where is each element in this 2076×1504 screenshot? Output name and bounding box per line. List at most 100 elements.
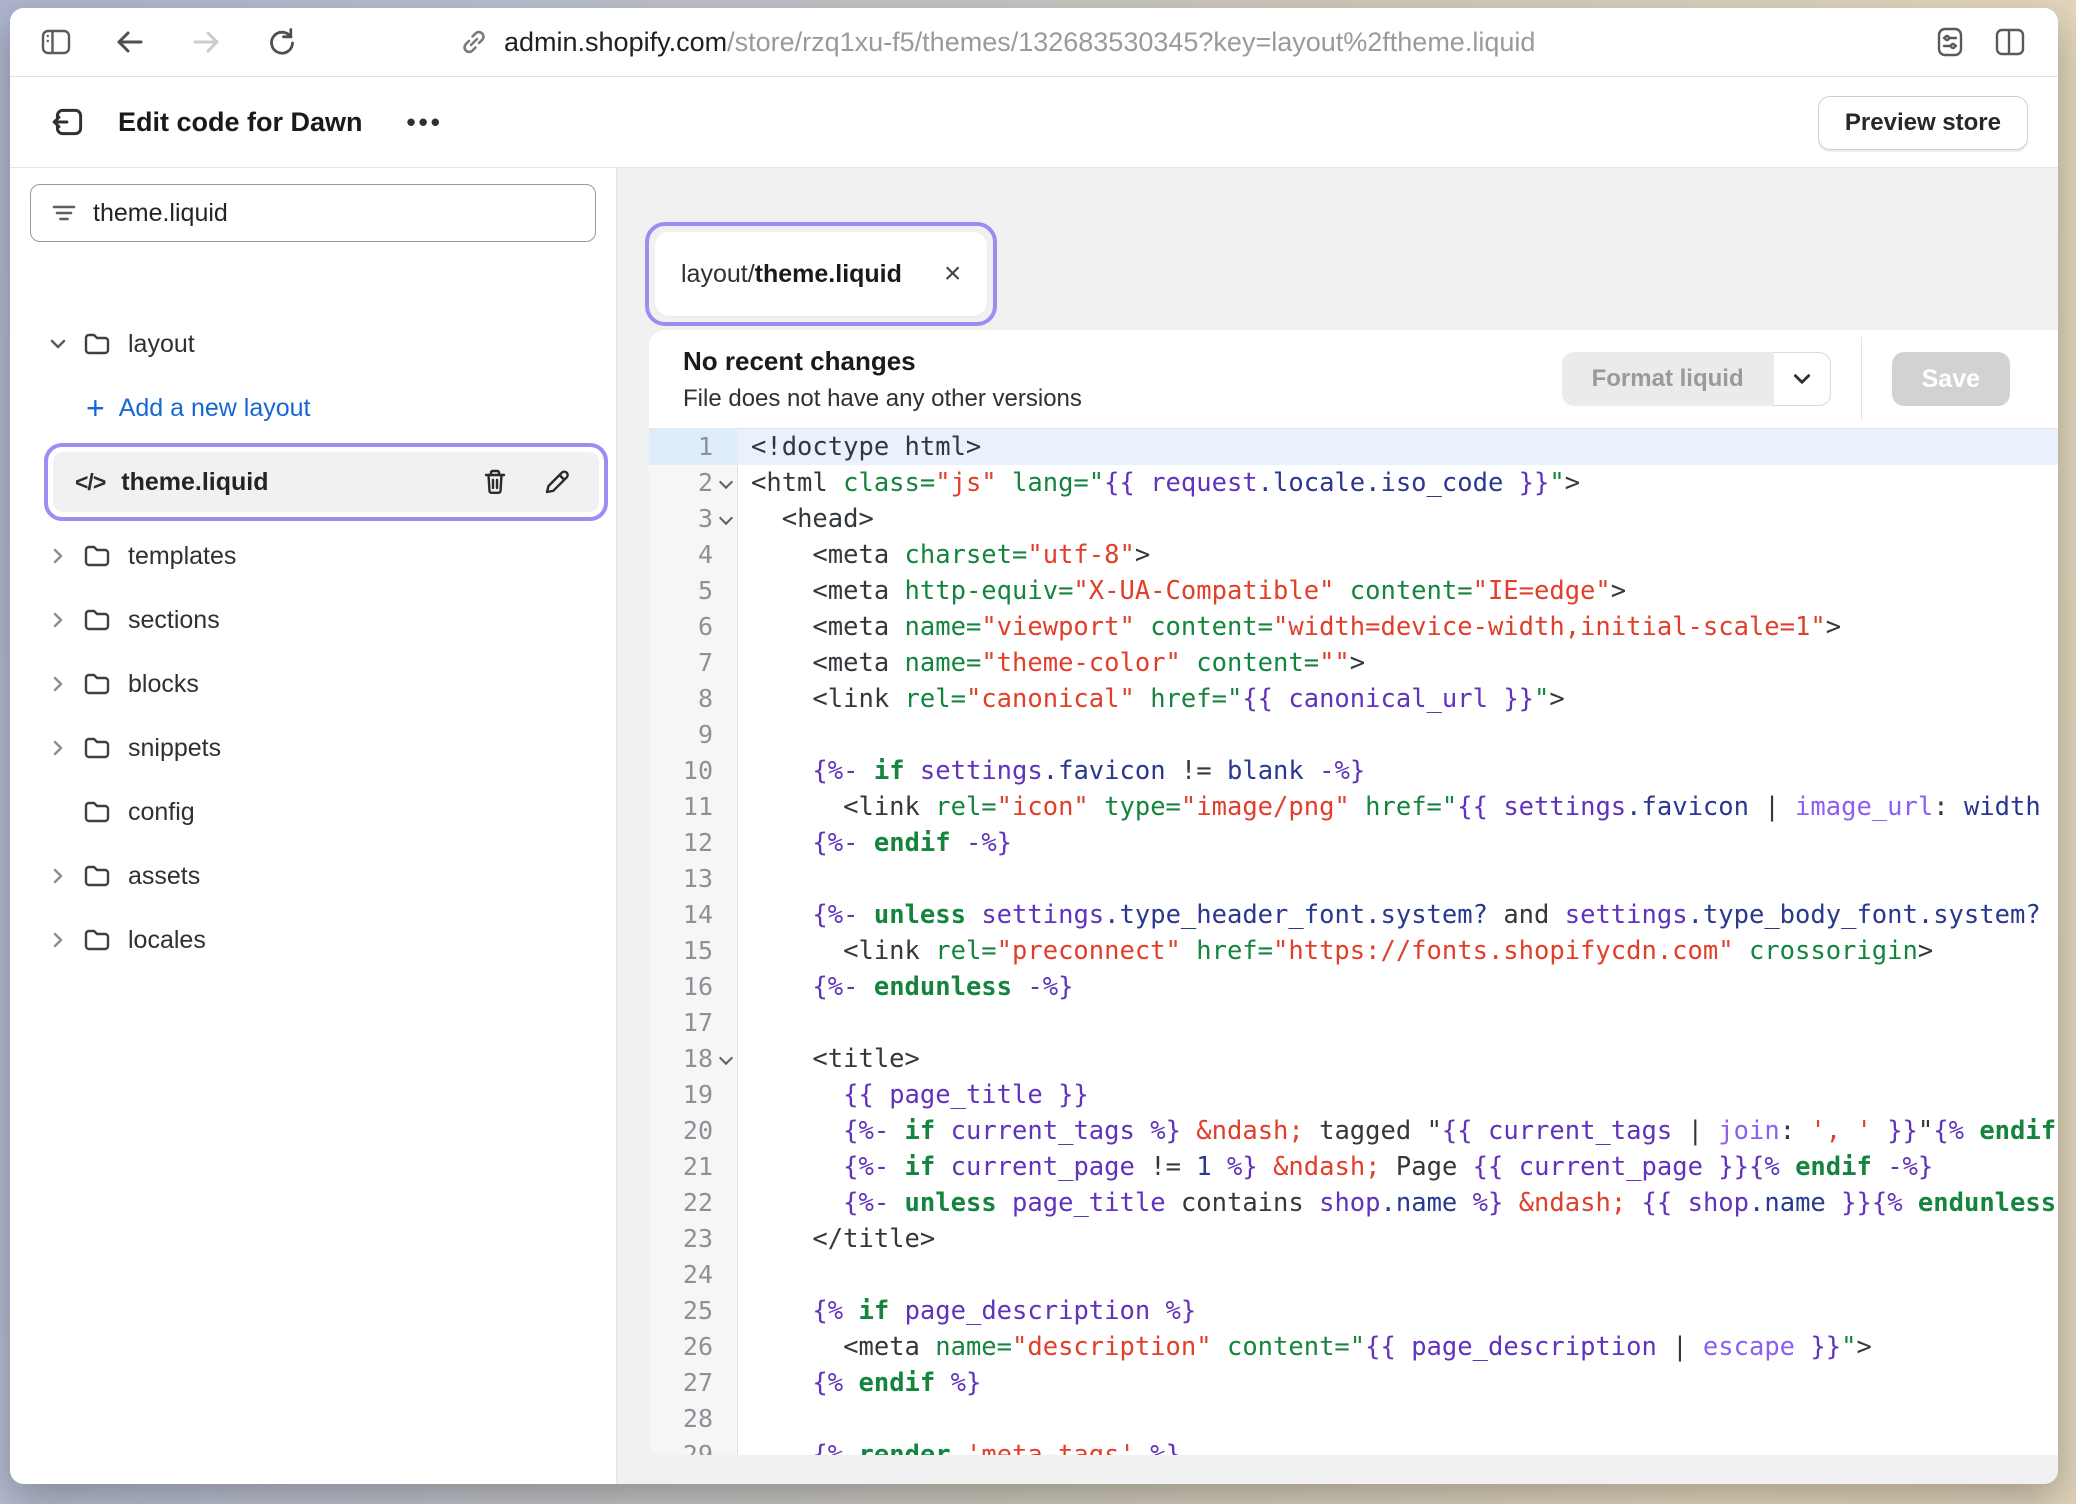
- format-liquid-button[interactable]: Format liquid: [1562, 352, 1774, 406]
- code-line[interactable]: 9: [649, 717, 2058, 753]
- code-text[interactable]: [737, 1005, 2058, 1041]
- code-line[interactable]: 14 {%- unless settings.type_header_font.…: [649, 897, 2058, 933]
- code-line[interactable]: 18 <title>: [649, 1041, 2058, 1077]
- code-text[interactable]: <meta http-equiv="X-UA-Compatible" conte…: [737, 573, 2058, 609]
- code-line[interactable]: 12 {%- endif -%}: [649, 825, 2058, 861]
- code-line[interactable]: 27 {% endif %}: [649, 1365, 2058, 1401]
- code-text[interactable]: <link rel="canonical" href="{{ canonical…: [737, 681, 2058, 717]
- line-number[interactable]: 21: [649, 1149, 737, 1185]
- code-text[interactable]: <title>: [737, 1041, 2058, 1077]
- code-line[interactable]: 26 <meta name="description" content="{{ …: [649, 1329, 2058, 1365]
- line-number[interactable]: 9: [649, 717, 737, 753]
- code-line[interactable]: 16 {%- endunless -%}: [649, 969, 2058, 1005]
- code-text[interactable]: {% render 'meta-tags' %}: [737, 1437, 2058, 1455]
- code-text[interactable]: <head>: [737, 501, 2058, 537]
- folder-row-snippets[interactable]: snippets: [10, 716, 616, 780]
- code-line[interactable]: 15 <link rel="preconnect" href="https://…: [649, 933, 2058, 969]
- forward-icon[interactable]: [186, 22, 226, 62]
- code-text[interactable]: {% endif %}: [737, 1365, 2058, 1401]
- code-text[interactable]: <html class="js" lang="{{ request.locale…: [737, 465, 2058, 501]
- page-settings-icon[interactable]: [1930, 22, 1970, 62]
- code-line[interactable]: 3 <head>: [649, 501, 2058, 537]
- chevron-right-icon[interactable]: [48, 930, 68, 950]
- line-number[interactable]: 11: [649, 789, 737, 825]
- code-line[interactable]: 22 {%- unless page_title contains shop.n…: [649, 1185, 2058, 1221]
- line-number[interactable]: 5: [649, 573, 737, 609]
- code-text[interactable]: {%- if current_tags %} &ndash; tagged "{…: [737, 1113, 2058, 1149]
- chevron-right-icon[interactable]: [48, 866, 68, 886]
- line-number[interactable]: 16: [649, 969, 737, 1005]
- code-text[interactable]: <meta charset="utf-8">: [737, 537, 2058, 573]
- split-view-icon[interactable]: [1990, 22, 2030, 62]
- code-text[interactable]: <link rel="preconnect" href="https://fon…: [737, 933, 2058, 969]
- add-layout-link[interactable]: + Add a new layout: [10, 376, 616, 440]
- code-line[interactable]: 17: [649, 1005, 2058, 1041]
- code-line[interactable]: 21 {%- if current_page != 1 %} &ndash; P…: [649, 1149, 2058, 1185]
- line-number[interactable]: 10: [649, 753, 737, 789]
- folder-row-templates[interactable]: templates: [10, 524, 616, 588]
- code-line[interactable]: 2<html class="js" lang="{{ request.local…: [649, 465, 2058, 501]
- line-number[interactable]: 20: [649, 1113, 737, 1149]
- code-line[interactable]: 24: [649, 1257, 2058, 1293]
- line-number[interactable]: 1: [649, 429, 737, 465]
- more-menu-icon[interactable]: •••: [407, 107, 443, 138]
- tab-layout-theme-liquid[interactable]: layout/theme.liquid ×: [655, 232, 987, 316]
- chevron-right-icon[interactable]: [48, 738, 68, 758]
- line-number[interactable]: 26: [649, 1329, 737, 1365]
- line-number[interactable]: 19: [649, 1077, 737, 1113]
- code-line[interactable]: 25 {% if page_description %}: [649, 1293, 2058, 1329]
- code-editor[interactable]: 1<!doctype html>2<html class="js" lang="…: [649, 429, 2058, 1455]
- chevron-down-icon[interactable]: [48, 334, 68, 354]
- code-text[interactable]: <!doctype html>: [737, 429, 2058, 465]
- chevron-right-icon[interactable]: [48, 674, 68, 694]
- code-text[interactable]: {%- endif -%}: [737, 825, 2058, 861]
- code-line[interactable]: 4 <meta charset="utf-8">: [649, 537, 2058, 573]
- folder-row-locales[interactable]: locales: [10, 908, 616, 972]
- line-number[interactable]: 22: [649, 1185, 737, 1221]
- exit-icon[interactable]: [50, 103, 88, 141]
- line-number[interactable]: 23: [649, 1221, 737, 1257]
- line-number[interactable]: 17: [649, 1005, 737, 1041]
- line-number[interactable]: 12: [649, 825, 737, 861]
- code-line[interactable]: 23 </title>: [649, 1221, 2058, 1257]
- format-options-dropdown[interactable]: [1774, 352, 1831, 406]
- folder-row-sections[interactable]: sections: [10, 588, 616, 652]
- address-bar[interactable]: admin.shopify.com/store/rzq1xu-f5/themes…: [504, 8, 1535, 76]
- code-text[interactable]: [737, 717, 2058, 753]
- line-number[interactable]: 18: [649, 1041, 737, 1077]
- fold-caret-icon[interactable]: [719, 475, 733, 489]
- code-text[interactable]: <meta name="viewport" content="width=dev…: [737, 609, 2058, 645]
- code-text[interactable]: [737, 1257, 2058, 1293]
- code-text[interactable]: {%- if current_page != 1 %} &ndash; Page…: [737, 1149, 2058, 1185]
- line-number[interactable]: 14: [649, 897, 737, 933]
- line-number[interactable]: 25: [649, 1293, 737, 1329]
- chevron-right-icon[interactable]: [48, 610, 68, 630]
- code-text[interactable]: <meta name="description" content="{{ pag…: [737, 1329, 2058, 1365]
- folder-row-config[interactable]: config: [10, 780, 616, 844]
- line-number[interactable]: 27: [649, 1365, 737, 1401]
- folder-row-blocks[interactable]: blocks: [10, 652, 616, 716]
- line-number[interactable]: 24: [649, 1257, 737, 1293]
- code-text[interactable]: [737, 1401, 2058, 1437]
- code-line[interactable]: 5 <meta http-equiv="X-UA-Compatible" con…: [649, 573, 2058, 609]
- save-button[interactable]: Save: [1892, 352, 2010, 406]
- fold-caret-icon[interactable]: [719, 511, 733, 525]
- line-number[interactable]: 8: [649, 681, 737, 717]
- close-tab-icon[interactable]: ×: [944, 259, 962, 289]
- line-number[interactable]: 6: [649, 609, 737, 645]
- delete-file-icon[interactable]: [479, 466, 511, 498]
- code-line[interactable]: 8 <link rel="canonical" href="{{ canonic…: [649, 681, 2058, 717]
- code-line[interactable]: 29 {% render 'meta-tags' %}: [649, 1437, 2058, 1455]
- rename-file-icon[interactable]: [541, 466, 573, 498]
- chevron-right-icon[interactable]: [48, 546, 68, 566]
- code-line[interactable]: 19 {{ page_title }}: [649, 1077, 2058, 1113]
- code-text[interactable]: {% if page_description %}: [737, 1293, 2058, 1329]
- code-line[interactable]: 6 <meta name="viewport" content="width=d…: [649, 609, 2058, 645]
- code-text[interactable]: {{ page_title }}: [737, 1077, 2058, 1113]
- line-number[interactable]: 15: [649, 933, 737, 969]
- folder-row-layout[interactable]: layout: [10, 312, 616, 376]
- file-row-theme-liquid[interactable]: </> theme.liquid: [53, 452, 599, 512]
- code-text[interactable]: {%- unless settings.type_header_font.sys…: [737, 897, 2058, 933]
- code-line[interactable]: 10 {%- if settings.favicon != blank -%}: [649, 753, 2058, 789]
- sidebar-toggle-icon[interactable]: [36, 22, 76, 62]
